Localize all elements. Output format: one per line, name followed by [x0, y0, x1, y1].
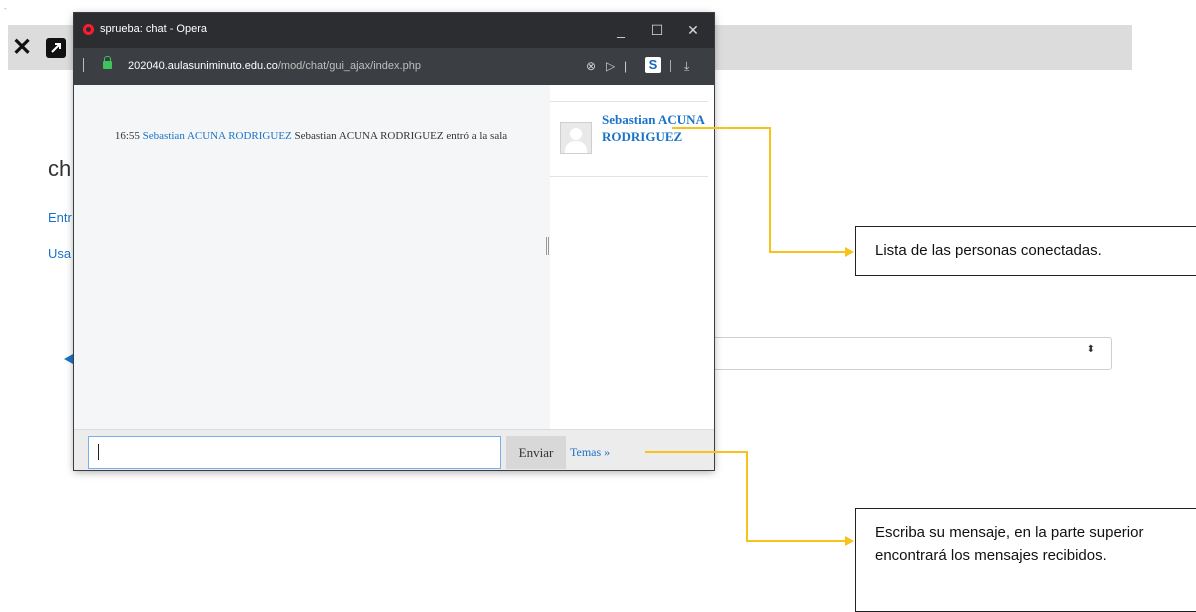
chat-content: 16:55 Sebastian ACUNA RODRIGUEZ Sebastia…: [74, 85, 714, 470]
background-page-title: ch: [48, 156, 72, 181]
annotation-line-input-h2: [746, 540, 847, 542]
address-bar[interactable]: 202040.aulasuniminuto.edu.co/mod/chat/gu…: [74, 48, 714, 85]
annotation-arrow-users: [845, 247, 854, 257]
window-titlebar: sprueba: chat - Opera _ ☐ ✕: [74, 13, 714, 48]
annotation-line-users-h2: [769, 251, 847, 253]
close-icon[interactable]: ✕: [12, 36, 32, 60]
users-panel: Sebastian ACUNA RODRIGUEZ: [550, 85, 714, 429]
avatar-head: [570, 128, 582, 140]
extension-s-icon[interactable]: S: [645, 57, 661, 73]
window-close-icon[interactable]: ✕: [680, 19, 706, 41]
callout-users: Lista de las personas conectadas.: [855, 226, 1196, 276]
send-button[interactable]: Enviar: [506, 436, 566, 469]
send-page-icon[interactable]: ▷: [606, 58, 615, 74]
input-bar: Enviar Temas »: [74, 429, 714, 470]
background-select[interactable]: ⬍: [700, 337, 1112, 370]
url-path: /mod/chat/gui_ajax/index.php: [277, 60, 421, 72]
panel-resize-handle[interactable]: [546, 237, 549, 255]
window-title: sprueba: chat - Opera: [100, 23, 208, 35]
download-icon[interactable]: ⤓: [684, 58, 689, 74]
annotation-line-input-h1: [645, 451, 748, 453]
avatar: [560, 122, 592, 154]
message-text: Sebastian ACUNA RODRIGUEZ entró a la sal…: [294, 130, 508, 142]
user-list-item[interactable]: Sebastian ACUNA RODRIGUEZ: [550, 101, 708, 177]
address-divider: [670, 60, 671, 72]
maximize-icon[interactable]: ☐: [644, 19, 670, 41]
message-user-link[interactable]: Sebastian ACUNA RODRIGUEZ: [143, 130, 292, 142]
url-host: 202040.aulasuniminuto.edu.co: [128, 60, 278, 72]
text-caret: [98, 444, 99, 460]
message-time: 16:55: [114, 130, 140, 142]
temas-link[interactable]: Temas »: [570, 445, 610, 460]
divider-icon: |: [624, 59, 628, 73]
lock-icon: [103, 56, 112, 69]
opera-logo-icon: [83, 24, 94, 35]
annotation-line-users-v: [769, 127, 771, 253]
chat-message: 16:55 Sebastian ACUNA RODRIGUEZ Sebastia…: [96, 129, 526, 144]
avatar-body: [565, 141, 587, 153]
message-input[interactable]: [88, 436, 501, 469]
minimize-icon[interactable]: _: [608, 19, 634, 41]
messages-panel: 16:55 Sebastian ACUNA RODRIGUEZ Sebastia…: [74, 85, 545, 429]
background-link-use[interactable]: Usa: [48, 246, 71, 261]
left-arrow-icon[interactable]: [64, 354, 73, 364]
annotation-line-input-v: [746, 451, 748, 542]
expand-icon[interactable]: [46, 38, 66, 58]
url-text[interactable]: 202040.aulasuniminuto.edu.co/mod/chat/gu…: [128, 60, 421, 72]
annotation-line-users-h1: [672, 127, 770, 129]
clear-icon[interactable]: ⊗: [586, 58, 596, 74]
page-corner-mark: ‐: [4, 4, 7, 13]
chat-popup-window: sprueba: chat - Opera _ ☐ ✕ 202040.aulas…: [74, 13, 714, 470]
callout-input: Escriba su mensaje, en la parte superior…: [855, 508, 1196, 612]
annotation-arrow-input: [845, 536, 854, 546]
select-caret-icon: ⬍: [1086, 344, 1095, 355]
address-separator: [83, 58, 84, 72]
background-link-enter[interactable]: Entr: [48, 210, 72, 225]
